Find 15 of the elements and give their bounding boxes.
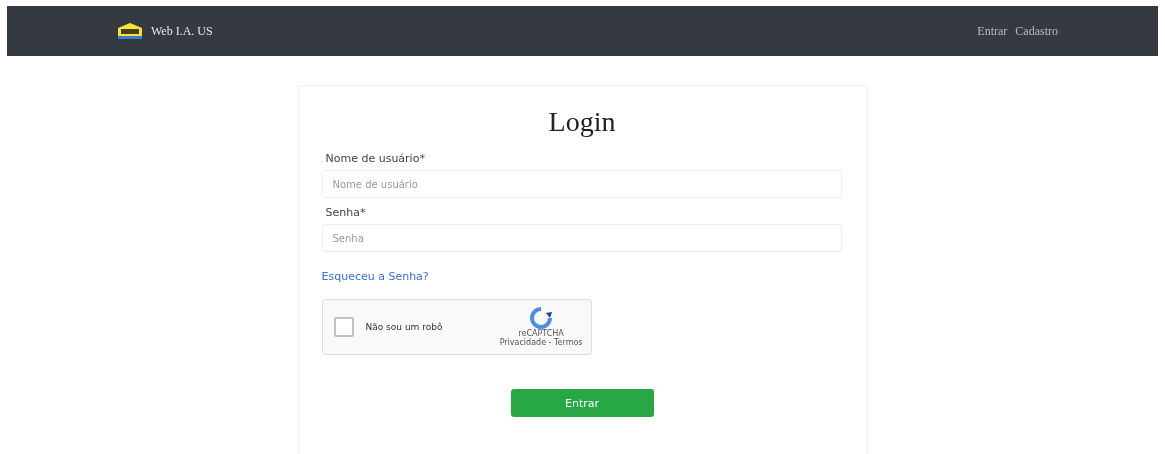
nav-link[interactable]: Cadastro: [1015, 23, 1058, 39]
logo-icon: [117, 22, 143, 40]
login-title: Login: [547, 106, 617, 138]
captcha-terms[interactable]: Privacidade - Termos: [499, 338, 583, 347]
forgot-password-link[interactable]: Esqueceu a Senha?: [321, 270, 843, 283]
captcha-label: Não sou um robô: [365, 322, 444, 332]
field-label: Senha*: [325, 206, 367, 219]
input-field[interactable]: Senha: [321, 224, 842, 252]
brand-name[interactable]: Web I.A. US: [151, 23, 213, 39]
input-field[interactable]: Nome de usuário: [321, 170, 842, 198]
captcha-brand: reCAPTCHA: [518, 329, 564, 338]
nav-link[interactable]: Entrar: [977, 23, 1008, 39]
captcha-checkbox[interactable]: [333, 317, 354, 337]
field-label: Nome de usuário*: [325, 152, 426, 165]
recaptcha-logo-icon: [530, 307, 553, 329]
